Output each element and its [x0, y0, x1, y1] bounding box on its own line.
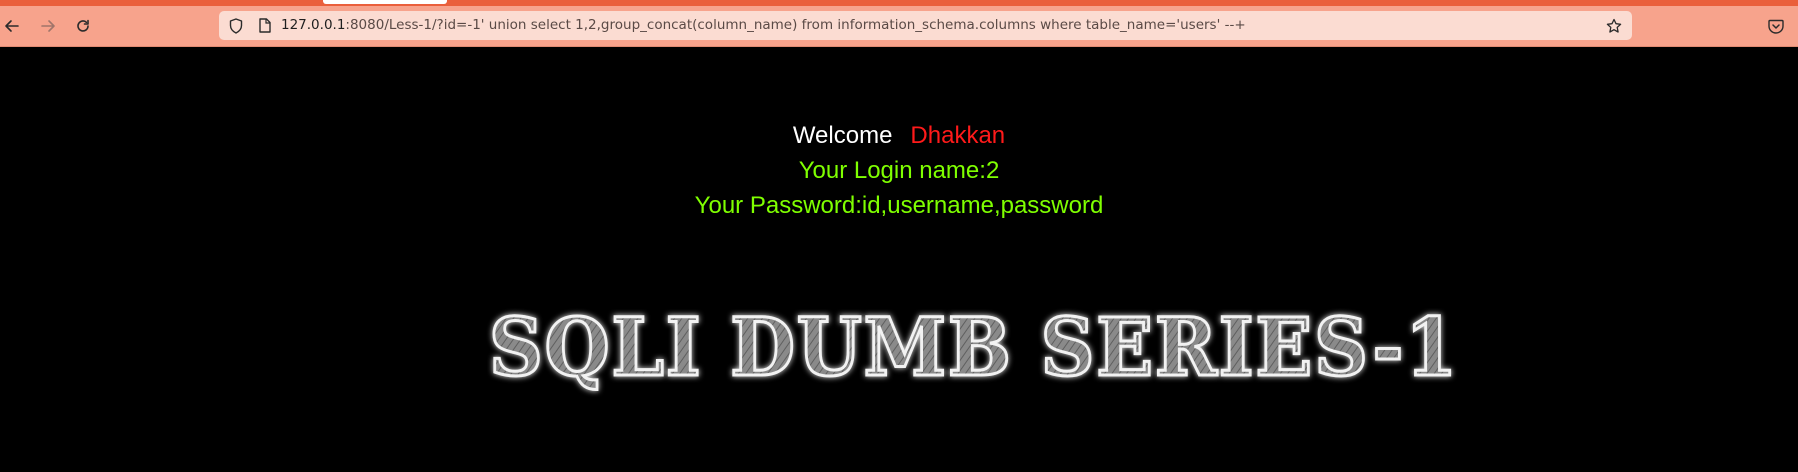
- shield-icon[interactable]: [225, 11, 247, 40]
- url-host: 127.0.0.1: [281, 17, 346, 33]
- reload-button[interactable]: [69, 13, 97, 39]
- forward-button[interactable]: [34, 13, 62, 39]
- active-tab[interactable]: [323, 0, 447, 4]
- url-text[interactable]: 127.0.0.1:8080/Less-1/?id=-1' union sele…: [281, 11, 1246, 40]
- page-content: Welcome Dhakkan Your Login name:2 Your Pa…: [0, 47, 1798, 472]
- welcome-text: Welcome: [792, 122, 893, 149]
- login-name-line: Your Login name:2: [798, 157, 1000, 184]
- banner-text: SQLI DUMB SERIES-1: [489, 300, 1459, 394]
- page-icon[interactable]: [255, 11, 275, 40]
- pocket-icon[interactable]: [1762, 13, 1790, 39]
- arrow-right-icon: [41, 20, 55, 32]
- url-path: :8080/Less-1/?id=-1' union select 1,2,gr…: [345, 17, 1246, 33]
- user-name: Dhakkan: [910, 122, 1006, 149]
- sqli-banner: SQLI DUMB SERIES-1: [488, 299, 1459, 396]
- star-icon[interactable]: [1602, 11, 1626, 40]
- browser-window: 127.0.0.1:8080/Less-1/?id=-1' union sele…: [0, 0, 1798, 472]
- back-button[interactable]: [0, 13, 26, 39]
- navigation-toolbar: 127.0.0.1:8080/Less-1/?id=-1' union sele…: [0, 6, 1798, 47]
- address-bar[interactable]: 127.0.0.1:8080/Less-1/?id=-1' union sele…: [219, 11, 1632, 40]
- arrow-left-icon: [5, 20, 19, 32]
- welcome-line: Welcome Dhakkan: [0, 121, 1798, 151]
- password-line: Your Password:id,username,password: [694, 192, 1104, 219]
- reload-icon: [77, 19, 89, 32]
